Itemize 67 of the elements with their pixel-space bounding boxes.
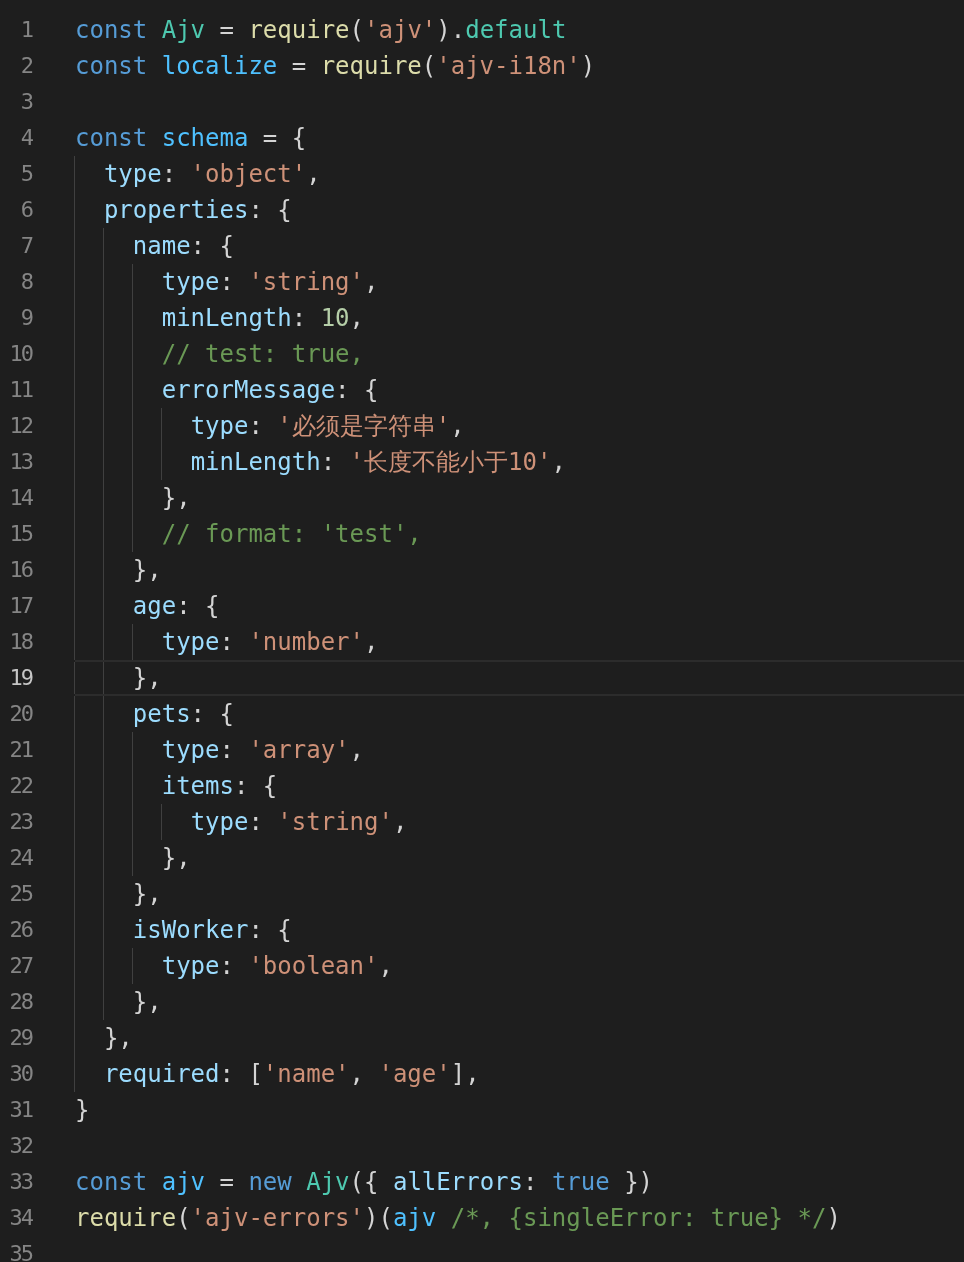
code-line: // test: true, [161,339,364,370]
line-number: 22 [8,772,32,800]
code-line: name: { [132,231,234,262]
code-line: properties: { [103,195,292,226]
line-number: 29 [8,1024,32,1052]
line-number: 31 [8,1096,32,1124]
line-number: 6 [19,196,32,224]
code-line: type: 'string', [161,267,379,298]
line-number: 4 [19,124,32,152]
code-line: }, [103,1023,133,1054]
code-line: minLength: '长度不能小于10', [190,447,566,478]
code-line: age: { [132,591,220,622]
line-number: 7 [19,232,32,260]
code-line: require('ajv-errors')(ajv /*, {singleError: true} */) [75,1203,841,1234]
line-number: 23 [8,808,32,836]
code-line: errorMessage: { [161,375,379,406]
line-number: 35 [8,1240,32,1262]
line-number: 3 [19,88,32,116]
line-number: 2 [19,52,32,80]
code-line: minLength: 10, [161,303,365,334]
code-line: required: ['name', 'age'], [103,1059,480,1090]
code-line: const localize = require('ajv-i18n') [75,51,596,82]
line-number: 17 [8,592,32,620]
line-number: 34 [8,1204,32,1232]
code-line: }, [161,843,191,874]
code-line: type: 'boolean', [161,951,393,982]
code-line: const ajv = new Ajv({ allErrors: true }) [75,1167,654,1198]
line-number: 25 [8,880,32,908]
code-line: const Ajv = require('ajv').default [75,15,567,46]
line-number: 5 [19,160,32,188]
code-line: } [75,1095,90,1126]
line-number: 21 [8,736,32,764]
line-number: 10 [8,340,32,368]
code-line: type: 'number', [161,627,379,658]
line-number: 30 [8,1060,32,1088]
code-line: items: { [161,771,278,802]
line-number: 14 [8,484,32,512]
code-line: }, [132,555,162,586]
code-line: type: 'string', [190,807,408,838]
line-number: 26 [8,916,32,944]
code-line: }, [132,663,162,694]
code-line: }, [132,879,162,910]
code-line: }, [132,987,162,1018]
code-line: // format: 'test', [161,519,422,550]
line-number: 18 [8,628,32,656]
line-number: 13 [8,448,32,476]
line-number: 28 [8,988,32,1016]
line-number: 9 [19,304,32,332]
code-line: isWorker: { [132,915,292,946]
line-number: 11 [8,376,32,404]
code-line: const schema = { [75,123,307,154]
line-number: 32 [8,1132,32,1160]
line-number: 24 [8,844,32,872]
line-number: 27 [8,952,32,980]
line-number: 20 [8,700,32,728]
line-number: 15 [8,520,32,548]
code-line: type: '必须是字符串', [190,411,465,442]
line-number: 16 [8,556,32,584]
line-number: 19 [8,664,32,692]
line-number: 8 [19,268,32,296]
code-line: type: 'object', [103,159,321,190]
code-line: pets: { [132,699,234,730]
code-line: type: 'array', [161,735,365,766]
code-line: }, [161,483,191,514]
line-number: 33 [8,1168,32,1196]
line-number: 12 [8,412,32,440]
line-number: 1 [19,16,32,44]
